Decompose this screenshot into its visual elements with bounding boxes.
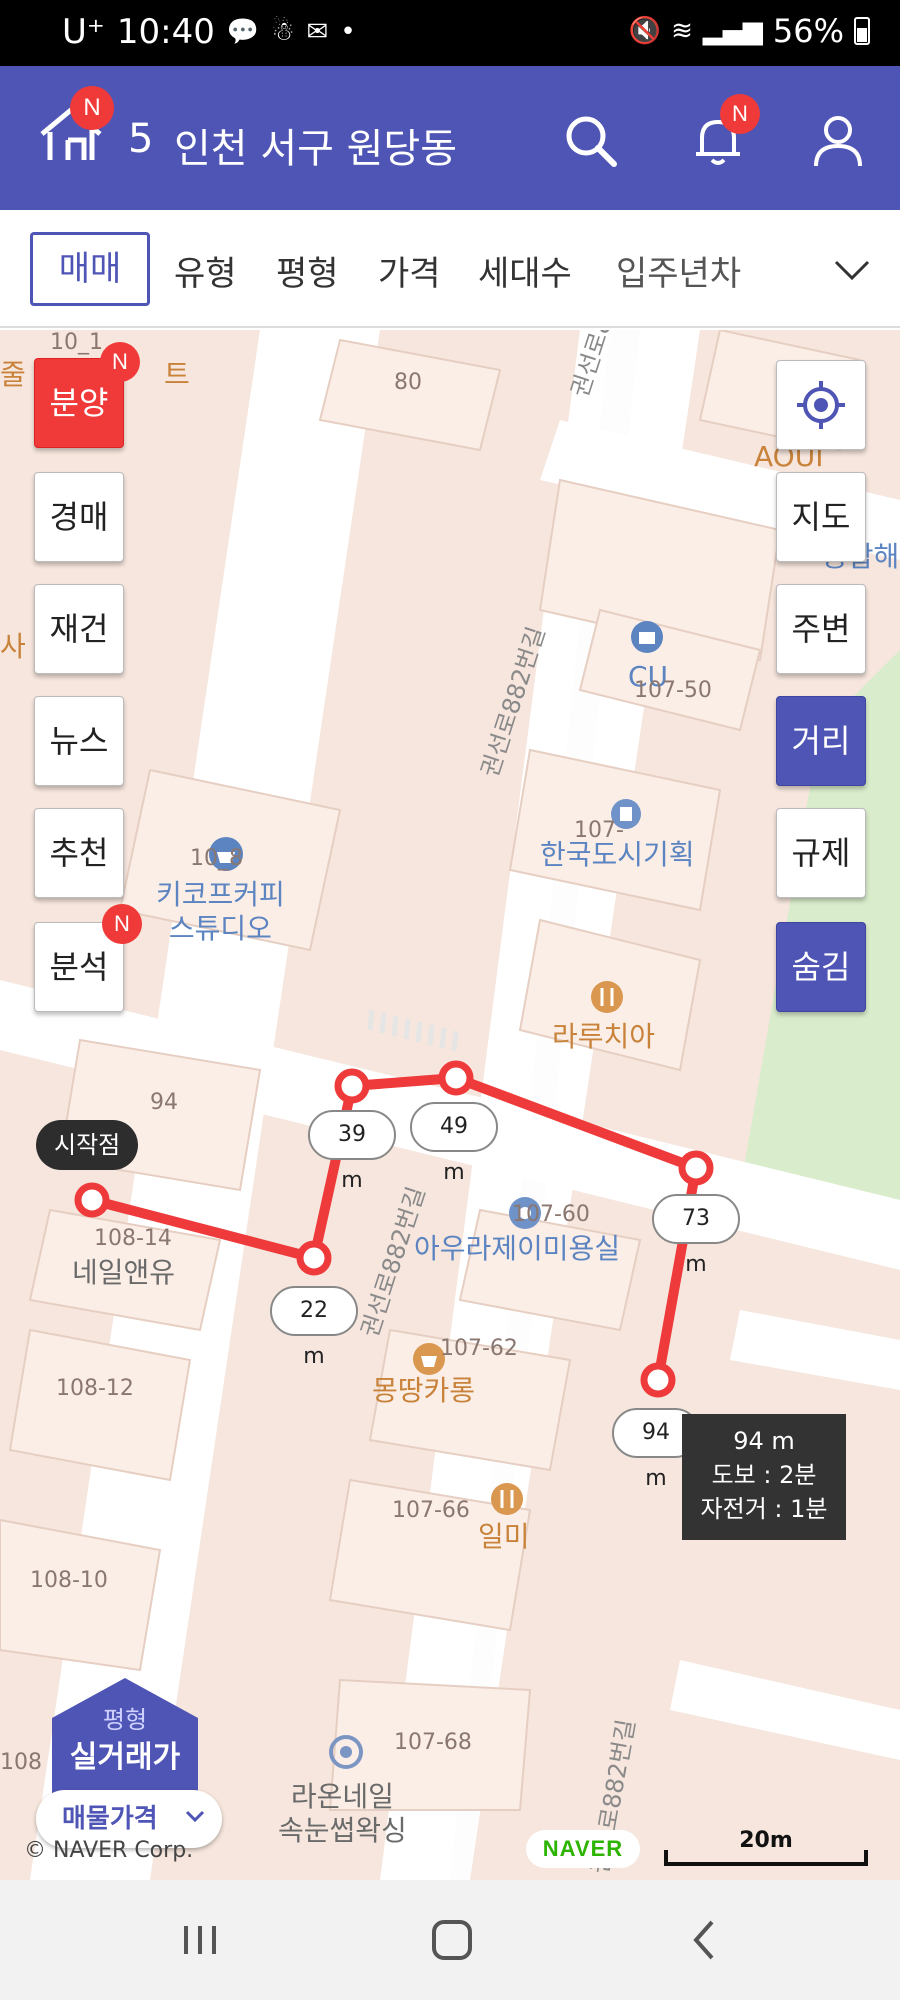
house-top-label: 평형 bbox=[102, 1706, 148, 1734]
location-title[interactable]: 인천 서구 원당동 bbox=[174, 116, 457, 174]
poi-partial: 줄 bbox=[0, 358, 26, 391]
mute-icon: 🔇 bbox=[628, 16, 662, 46]
dot-icon: • bbox=[340, 17, 356, 47]
convenience-store-icon bbox=[631, 621, 663, 653]
listing-price-label: 매물가격 bbox=[62, 1804, 158, 1834]
info-distance: 94 m bbox=[733, 1427, 795, 1455]
location-count: 5 bbox=[128, 116, 154, 162]
back-icon[interactable] bbox=[674, 1910, 734, 1970]
filter-type[interactable]: 유형 bbox=[174, 246, 237, 295]
talk-icon: 💬 bbox=[226, 17, 260, 47]
filter-price[interactable]: 가격 bbox=[378, 246, 441, 295]
hide-button[interactable]: 숨김 bbox=[776, 922, 866, 1012]
recommend-button[interactable]: 추천 bbox=[34, 808, 124, 898]
crosshair-icon bbox=[797, 381, 845, 429]
regulation-button[interactable]: 규제 bbox=[776, 808, 866, 898]
search-icon[interactable] bbox=[560, 110, 620, 170]
wifi-icon: ≋ bbox=[671, 16, 693, 46]
transaction-price-button[interactable]: 평형 실거래가 bbox=[52, 1678, 198, 1798]
filter-sale[interactable]: 매매 bbox=[30, 232, 150, 306]
home-icon[interactable] bbox=[422, 1910, 482, 1970]
poi-kiko-coffee[interactable]: 키코프커피 스튜디오 bbox=[156, 878, 285, 945]
distance-label: 39 m bbox=[308, 1110, 396, 1193]
lot-number: 80 bbox=[394, 370, 422, 395]
poi-partial: 트 bbox=[164, 358, 190, 391]
battery-percent: 56% bbox=[772, 12, 844, 50]
house-main-label: 실거래가 bbox=[69, 1740, 181, 1775]
poi-partial: 사 bbox=[0, 630, 26, 663]
filter-year[interactable]: 입주년차 bbox=[616, 246, 741, 295]
poi-laruchia[interactable]: 라루치아 bbox=[552, 1020, 655, 1054]
lot-number: 10_8 bbox=[190, 846, 243, 871]
mail-icon: ✉ bbox=[306, 17, 329, 47]
filter-area[interactable]: 평형 bbox=[276, 246, 339, 295]
analysis-badge: N bbox=[102, 904, 142, 944]
distance-info-box: 94 m 도보 : 2분 자전거 : 1분 bbox=[682, 1414, 846, 1540]
distance-label: 73 m bbox=[652, 1194, 740, 1277]
map-type-button[interactable]: 지도 bbox=[776, 472, 866, 562]
presale-badge: N bbox=[100, 342, 140, 382]
lot-number: 107-50 bbox=[634, 678, 712, 703]
location-pin-icon bbox=[329, 1735, 363, 1769]
nearby-button[interactable]: 주변 bbox=[776, 584, 866, 674]
poi-aura-salon[interactable]: 아우라제이미용실 bbox=[414, 1232, 620, 1266]
recent-apps-icon[interactable] bbox=[170, 1910, 230, 1970]
status-time: 10:40 bbox=[116, 12, 215, 52]
lot-number: 107-60 bbox=[512, 1202, 590, 1227]
bell-badge: N bbox=[720, 94, 760, 134]
redevelopment-button[interactable]: 재건 bbox=[34, 584, 124, 674]
lot-number: 108-14 bbox=[94, 1226, 172, 1251]
poi-ilmi[interactable]: 일미 bbox=[478, 1520, 530, 1554]
user-icon[interactable] bbox=[808, 110, 868, 170]
carrier-label: U⁺ bbox=[62, 12, 105, 52]
lot-number: 107-62 bbox=[440, 1336, 518, 1361]
app-header: N 5 인천 서구 원당동 N bbox=[0, 66, 900, 210]
signal-icon: ▂▄▆ bbox=[702, 16, 763, 46]
poi-hankook[interactable]: 한국도시기획 bbox=[540, 838, 695, 872]
poi-neil-and-you[interactable]: 네일앤유 bbox=[72, 1256, 175, 1290]
poi-laon-nail[interactable]: 라온네일 속눈썹왁싱 bbox=[278, 1780, 407, 1847]
news-button[interactable]: 뉴스 bbox=[34, 696, 124, 786]
distance-label: 49 m bbox=[410, 1102, 498, 1185]
auction-button[interactable]: 경매 bbox=[34, 472, 124, 562]
restaurant-icon bbox=[591, 981, 623, 1013]
lot-number: 108-10 bbox=[30, 1568, 108, 1593]
info-walk-time: 도보 : 2분 bbox=[711, 1461, 817, 1489]
lot-number: 108 bbox=[0, 1750, 42, 1775]
distance-label: 22 m bbox=[270, 1286, 358, 1369]
home-badge: N bbox=[70, 86, 114, 130]
distance-button[interactable]: 거리 bbox=[776, 696, 866, 786]
filter-households[interactable]: 세대수 bbox=[478, 246, 572, 295]
my-location-button[interactable] bbox=[776, 360, 866, 450]
info-bike-time: 자전거 : 1분 bbox=[700, 1495, 828, 1523]
chevron-down-icon[interactable] bbox=[832, 250, 872, 290]
restaurant-icon bbox=[491, 1483, 523, 1515]
system-nav-bar bbox=[0, 1880, 900, 2000]
app-notification-icon: ☃ bbox=[271, 17, 295, 47]
copyright-text: © NAVER Corp. bbox=[24, 1838, 194, 1863]
naver-logo: NAVER bbox=[526, 1830, 640, 1868]
status-bar: U⁺ 10:40 💬 ☃ ✉ • 🔇 ≋ ▂▄▆ 56% bbox=[0, 0, 900, 66]
start-point-label: 시작점 bbox=[36, 1120, 139, 1170]
poi-mongttang[interactable]: 몽땅카롱 bbox=[372, 1374, 475, 1408]
lot-number: 108-12 bbox=[56, 1376, 134, 1401]
battery-icon bbox=[854, 17, 870, 45]
map-scale: 20m bbox=[664, 1828, 868, 1868]
lot-number: 107-68 bbox=[394, 1730, 472, 1755]
lot-number: 107-66 bbox=[392, 1498, 470, 1523]
lot-number: 10_1 bbox=[50, 330, 103, 355]
map-view[interactable]: 권선로882번길 권선로882번길 권선로882번길 권선로882번길 10_1… bbox=[0, 330, 900, 1880]
filter-bar: 매매 유형 평형 가격 세대수 입주년차 bbox=[0, 210, 900, 328]
lot-number: 94 bbox=[150, 1090, 178, 1115]
